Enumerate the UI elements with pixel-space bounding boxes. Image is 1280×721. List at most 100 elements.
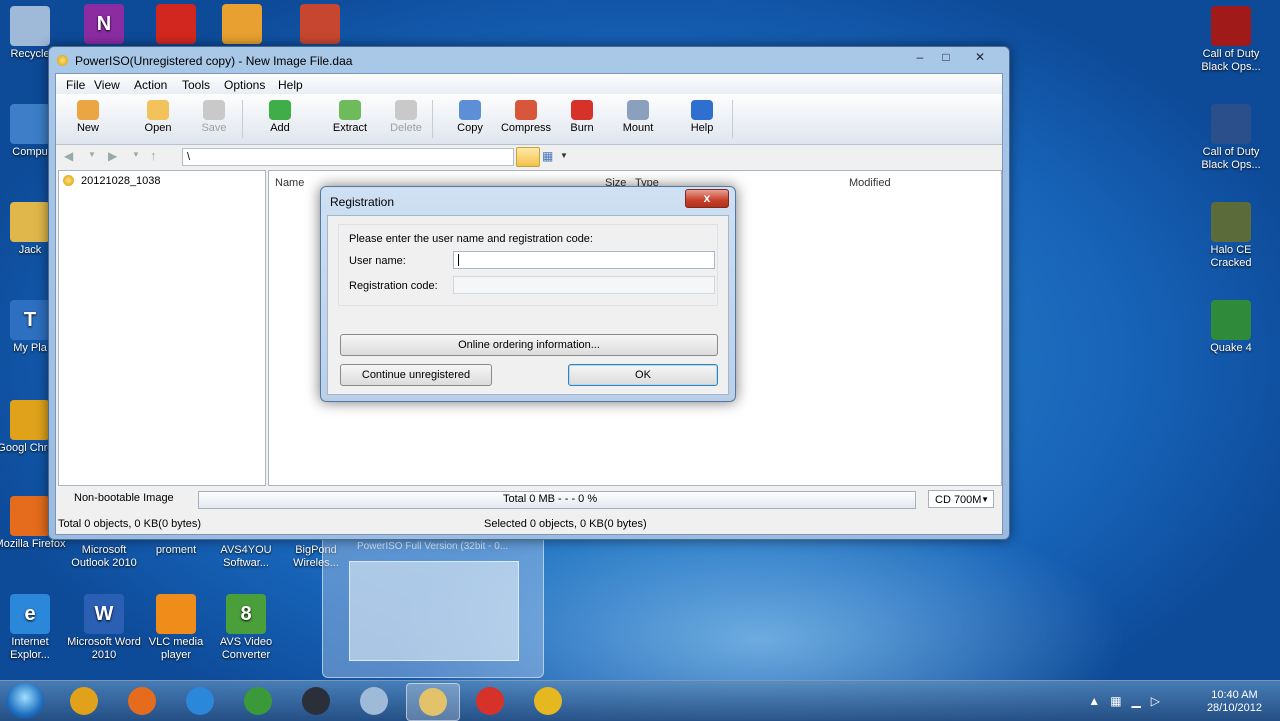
preview-thumbnail [349, 561, 519, 661]
chrome-icon [70, 687, 98, 715]
menu-action[interactable]: Action [134, 78, 167, 92]
username-input[interactable] [453, 251, 715, 269]
toolbar-copy-button[interactable]: Copy [442, 100, 498, 134]
taskbar-ie-button[interactable] [174, 683, 226, 719]
view-mode-dropdown-icon[interactable]: ▼ [560, 151, 568, 160]
minimize-button[interactable]: ‒ [907, 47, 933, 67]
taskbar-firefox-button[interactable] [116, 683, 168, 719]
add-icon [269, 100, 291, 120]
taskbar-utorrent-button[interactable] [232, 683, 284, 719]
desktop-app-icon [1211, 300, 1251, 340]
signal-icon[interactable]: ▁ [1132, 694, 1151, 708]
toolbar-new-button[interactable]: New [60, 100, 116, 134]
registration-code-input[interactable] [453, 276, 715, 294]
desktop-icon-label: Halo CE Cracked [1210, 244, 1252, 269]
toolbar-burn-button[interactable]: Burn [554, 100, 610, 134]
toolbar-add-button[interactable]: Add [252, 100, 308, 134]
desktop-icon[interactable]: N [66, 4, 142, 46]
show-hidden-icons-icon[interactable]: ▲ [1088, 694, 1110, 708]
back-arrow-icon[interactable]: ◀ [64, 149, 73, 163]
taskbar-record-button[interactable] [464, 683, 516, 719]
toolbar-mount-button[interactable]: Mount [610, 100, 666, 134]
title-bar[interactable]: PowerISO(Unregistered copy) - New Image … [49, 47, 1009, 73]
utorrent-icon [244, 687, 272, 715]
tree-item-root[interactable]: 20121028_1038 [81, 175, 161, 187]
desktop-app-icon: T [10, 300, 50, 340]
desktop-icon[interactable]: Halo CE Cracked [1193, 202, 1269, 270]
desktop-app-icon [10, 104, 50, 144]
toolbar-save-button[interactable]: Save [186, 100, 242, 134]
toolbar-extract-button[interactable]: Extract [322, 100, 378, 134]
ok-button[interactable]: OK [568, 364, 718, 386]
taskbar-explorer-button[interactable] [406, 683, 460, 721]
delete-icon [395, 100, 417, 120]
online-ordering-button[interactable]: Online ordering information... [340, 334, 718, 356]
desktop-icon[interactable]: 8 AVS Video Converter [208, 594, 284, 662]
start-button[interactable] [6, 683, 44, 719]
forward-arrow-icon[interactable]: ▶ [108, 149, 117, 163]
taskbar-preview[interactable]: PowerISO Full Version (32bit - 0... [322, 524, 544, 678]
menu-options[interactable]: Options [224, 78, 265, 92]
desktop-icon[interactable]: VLC media player [138, 594, 214, 662]
forward-dropdown-icon[interactable]: ▼ [132, 150, 140, 159]
close-button[interactable]: ✕ [967, 47, 993, 67]
desktop-app-icon [1211, 6, 1251, 46]
desktop-icon[interactable] [282, 4, 358, 46]
up-folder-icon[interactable]: ↑ [150, 148, 157, 163]
desktop-app-icon [300, 4, 340, 44]
desktop-icon[interactable]: W Microsoft Word 2010 [66, 594, 142, 662]
desktop-app-icon [222, 4, 262, 44]
taskbar-generic-button[interactable] [348, 683, 400, 719]
toolbar-help-button[interactable]: Help [674, 100, 730, 134]
clock[interactable]: 10:40 AM 28/10/2012 [1207, 689, 1262, 715]
cd-size-select[interactable]: CD 700M ▼ [928, 490, 994, 508]
toolbar-separator [732, 100, 733, 138]
desktop-icon[interactable]: AVS4YOU Softwar... [208, 544, 284, 570]
toolbar-compress-button[interactable]: Compress [498, 100, 554, 134]
menu-help[interactable]: Help [278, 78, 303, 92]
desktop-icon[interactable]: proment [138, 544, 214, 557]
desktop-icon-label: Call of Duty Black Ops... [1201, 48, 1261, 73]
view-mode-icon[interactable]: ▦ [542, 149, 553, 163]
desktop-icon-label: Call of Duty Black Ops... [1201, 146, 1261, 171]
object-status-bar: Total 0 objects, 0 KB(0 bytes) Selected … [58, 514, 1000, 532]
desktop-icon-label: Quake 4 [1210, 342, 1252, 354]
toolbar-open-button[interactable]: Open [130, 100, 186, 134]
folder-view-icon[interactable] [516, 147, 540, 167]
desktop-icon[interactable] [204, 4, 280, 46]
desktop-icon-label: AVS Video Converter [219, 636, 273, 661]
continue-unregistered-button[interactable]: Continue unregistered [340, 364, 492, 386]
taskbar-chrome-button[interactable] [58, 683, 110, 719]
address-input[interactable]: \ [182, 148, 514, 166]
dialog-close-button[interactable]: x [685, 189, 729, 208]
menu-file[interactable]: File [66, 78, 85, 92]
capacity-text: Total 0 MB - - - 0 % [503, 493, 598, 505]
desktop-app-icon: 8 [226, 594, 266, 634]
back-dropdown-icon[interactable]: ▼ [88, 150, 96, 159]
desktop-icon[interactable]: Call of Duty Black Ops... [1193, 6, 1269, 74]
toolbar: New Open Save Add Extract Delete Copy Compress B… [56, 94, 1002, 145]
desktop-icon[interactable]: Microsoft Outlook 2010 [66, 544, 142, 570]
toolbar-label: New [76, 122, 99, 134]
toolbar-delete-button[interactable]: Delete [378, 100, 434, 134]
preview-title: PowerISO Full Version (32bit - 0... [357, 541, 509, 552]
desktop-icon[interactable]: Call of Duty Black Ops... [1193, 104, 1269, 172]
desktop-icon[interactable] [138, 4, 214, 46]
column-modified[interactable]: Modified [849, 177, 891, 189]
help-icon [691, 100, 713, 120]
desktop-app-icon [156, 4, 196, 44]
clock-time: 10:40 AM [1211, 689, 1258, 701]
ie-icon [186, 687, 214, 715]
taskbar-steam-button[interactable] [290, 683, 342, 719]
menu-tools[interactable]: Tools [182, 78, 210, 92]
network-icon[interactable]: ▦ [1110, 694, 1131, 708]
desktop-app-icon: W [84, 594, 124, 634]
desktop-icon[interactable]: Quake 4 [1193, 300, 1269, 355]
maximize-button[interactable]: □ [933, 47, 959, 67]
desktop-icon[interactable]: e Internet Explor... [0, 594, 68, 662]
column-name[interactable]: Name [275, 177, 304, 189]
mount-icon [627, 100, 649, 120]
taskbar-poweriso-button[interactable] [522, 683, 574, 719]
volume-icon[interactable]: ▷ [1151, 694, 1170, 708]
menu-view[interactable]: View [94, 78, 120, 92]
